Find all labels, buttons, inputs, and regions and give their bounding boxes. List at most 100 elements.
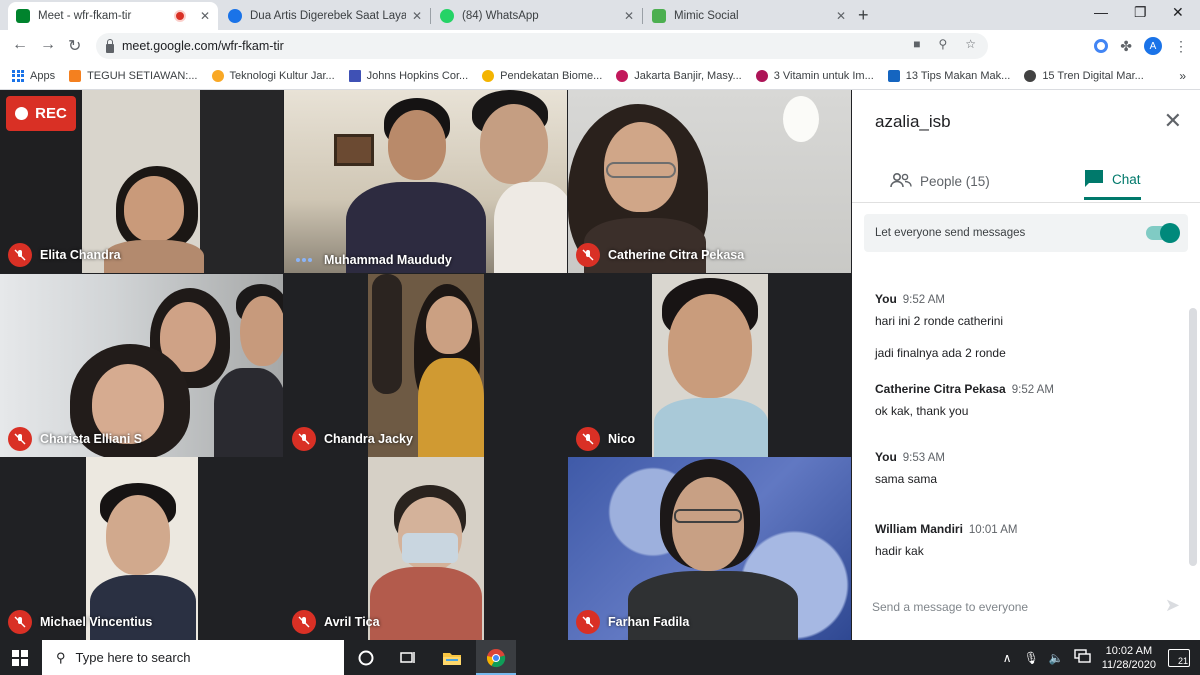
chat-icon: [1084, 169, 1104, 190]
participant-tile[interactable]: Avril Tica: [284, 457, 567, 640]
cortana-icon[interactable]: [356, 648, 376, 668]
bookmark-item[interactable]: TEGUH SETIAWAN:...: [69, 69, 198, 82]
chat-scrollbar[interactable]: [1189, 308, 1197, 566]
tab-separator: [642, 8, 643, 24]
bookmark-item[interactable]: 13 Tips Makan Mak...: [887, 69, 1010, 82]
chat-message: Catherine Citra Pekasa 9:52 AM ok kak, th…: [875, 380, 1175, 418]
zoom-icon[interactable]: ⚲: [938, 37, 947, 51]
shield-favicon-icon: [652, 9, 666, 23]
camera-icon[interactable]: ■: [913, 37, 920, 51]
rec-label: REC: [35, 105, 67, 122]
tab-whatsapp[interactable]: (84) WhatsApp ✕: [432, 2, 642, 30]
chat-panel: azalia_isb ✕ People (15) Chat Let everyo…: [852, 90, 1200, 640]
bookmark-star-icon[interactable]: ☆: [965, 37, 976, 51]
tab-meet[interactable]: Meet - wfr-fkam-tir ✕: [8, 2, 218, 30]
bookmark-item[interactable]: 3 Vitamin untuk Im...: [755, 69, 874, 82]
message-time: 9:52 AM: [902, 294, 945, 306]
message-time: 9:53 AM: [902, 452, 945, 464]
tab-mimic-social[interactable]: Mimic Social ✕: [644, 2, 854, 30]
extensions-puzzle-icon[interactable]: ✤: [1120, 38, 1132, 55]
file-explorer-icon[interactable]: [442, 648, 462, 668]
notification-count: 21: [1177, 655, 1188, 666]
tab-people[interactable]: People (15): [890, 162, 1000, 200]
apps-grid-icon: [12, 69, 24, 82]
lock-icon: [106, 38, 114, 53]
search-icon: ⚲: [56, 649, 66, 665]
close-window-icon[interactable]: ✕: [1172, 4, 1184, 21]
browser-toolbar: ← → ↻ meet.google.com/wfr-fkam-tir ■ ⚲ ☆…: [0, 30, 1200, 62]
bookmarks-bar: Apps TEGUH SETIAWAN:... Teknologi Kultur…: [0, 62, 1200, 90]
address-bar[interactable]: meet.google.com/wfr-fkam-tir ■ ⚲ ☆: [96, 33, 988, 59]
bookmark-item[interactable]: Teknologi Kultur Jar...: [211, 69, 335, 82]
bookmark-label: Johns Hopkins Cor...: [366, 69, 469, 82]
tab-title: Mimic Social: [674, 10, 739, 22]
chrome-icon[interactable]: [486, 648, 506, 668]
record-dot-icon: [15, 107, 29, 120]
participant-tile[interactable]: Catherine Citra Pekasa: [568, 90, 851, 273]
blogger-icon: [69, 69, 82, 82]
restore-icon[interactable]: ❐: [1134, 4, 1147, 21]
participant-tile[interactable]: Muhammad Maududy: [284, 90, 567, 273]
windows-taskbar: ⚲ Type here to search ∧ 🎙 🔈 10:02 AM 11/…: [0, 640, 1200, 675]
close-tab-icon[interactable]: ✕: [412, 9, 422, 23]
bookmark-item[interactable]: Johns Hopkins Cor...: [348, 69, 469, 82]
taskbar-search[interactable]: ⚲ Type here to search: [42, 640, 344, 675]
participant-tile[interactable]: Chandra Jacky: [284, 274, 567, 457]
recording-badge: REC: [6, 96, 76, 131]
volume-icon[interactable]: 🔈: [1049, 651, 1064, 665]
close-panel-icon[interactable]: ✕: [1164, 108, 1182, 134]
bookmarks-overflow-icon[interactable]: »: [1179, 69, 1186, 83]
speaking-indicator-icon: [292, 258, 316, 262]
news-favicon-icon: [228, 9, 242, 23]
chevron-up-icon[interactable]: ∧: [1003, 651, 1012, 665]
bookmark-apps[interactable]: Apps: [12, 69, 55, 82]
close-tab-icon[interactable]: ✕: [836, 9, 846, 23]
send-icon[interactable]: ➤: [1165, 595, 1180, 616]
bookmark-item[interactable]: Jakarta Banjir, Masy...: [616, 69, 742, 82]
bookmark-label: Jakarta Banjir, Masy...: [634, 69, 742, 82]
site-favicon-icon: [755, 69, 768, 82]
participant-tile[interactable]: Farhan Fadila: [568, 457, 851, 640]
minimize-icon[interactable]: —: [1094, 4, 1108, 20]
participant-label: Michael Vincentius: [8, 610, 152, 634]
message-sender: You: [875, 292, 897, 306]
tab-title: (84) WhatsApp: [462, 10, 539, 22]
microphone-icon[interactable]: 🎙: [1024, 651, 1039, 665]
bookmark-label: TEGUH SETIAWAN:...: [87, 69, 198, 82]
participant-tile[interactable]: Michael Vincentius: [0, 457, 283, 640]
participant-name: Chandra Jacky: [324, 432, 413, 446]
participant-name: Catherine Citra Pekasa: [608, 248, 745, 262]
mic-off-icon: [576, 427, 600, 451]
taskbar-clock[interactable]: 10:02 AM 11/28/2020: [1102, 644, 1156, 672]
meet-favicon-icon: [16, 9, 30, 23]
chat-message: You 9:52 AM hari ini 2 ronde catherini ja…: [875, 290, 1175, 360]
whatsapp-favicon-icon: [440, 9, 454, 23]
bookmark-item[interactable]: Pendekatan Biome...: [482, 69, 602, 82]
reload-icon[interactable]: ↻: [68, 36, 81, 56]
participant-name: Muhammad Maududy: [324, 253, 452, 267]
windows-start-icon[interactable]: [12, 650, 28, 666]
participant-tile[interactable]: Charista Elliani S: [0, 274, 283, 457]
bookmark-item[interactable]: 15 Tren Digital Mar...: [1024, 69, 1144, 82]
close-tab-icon[interactable]: ✕: [200, 9, 210, 23]
tab-news[interactable]: Dua Artis Digerebek Saat Layan ✕: [220, 2, 430, 30]
send-messages-toggle[interactable]: [1146, 223, 1180, 243]
tab-chat[interactable]: Chat: [1084, 162, 1141, 200]
close-tab-icon[interactable]: ✕: [624, 9, 634, 23]
mic-off-icon: [292, 427, 316, 451]
participant-tile[interactable]: Nico: [568, 274, 851, 457]
participant-name: Michael Vincentius: [40, 615, 153, 629]
network-icon[interactable]: [1074, 649, 1092, 666]
people-icon: [890, 172, 912, 191]
plus-icon[interactable]: +: [858, 5, 869, 26]
site-favicon-icon: [211, 69, 224, 82]
chat-message-input[interactable]: Send a message to everyone: [872, 600, 1172, 614]
bookmark-label: 3 Vitamin untuk Im...: [773, 69, 874, 82]
task-view-icon[interactable]: [398, 648, 418, 668]
profile-avatar[interactable]: A: [1144, 37, 1162, 55]
forward-icon[interactable]: →: [40, 36, 56, 54]
extension-color-icon[interactable]: [1094, 39, 1109, 53]
notification-center-icon[interactable]: 21: [1168, 648, 1190, 667]
back-icon[interactable]: ←: [12, 36, 28, 54]
menu-kebab-icon[interactable]: ⋮: [1174, 38, 1188, 55]
